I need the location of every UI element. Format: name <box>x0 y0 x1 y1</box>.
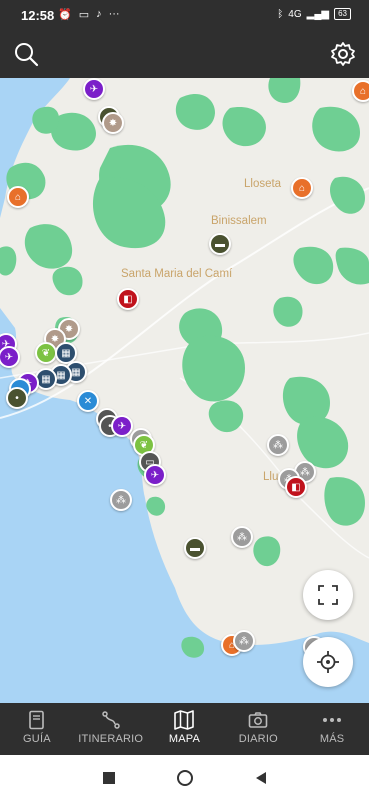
nav-label-mas: MÁS <box>319 733 345 745</box>
map-marker-museum[interactable]: ⌂ <box>352 80 369 102</box>
nav-label-mapa: MAPA <box>168 733 201 745</box>
locate-icon <box>317 651 339 673</box>
town-label-santa-maria: Santa Maria del Camí <box>121 268 233 280</box>
fullscreen-button[interactable] <box>303 570 353 620</box>
map-marker-activity[interactable]: ✈ <box>111 415 133 437</box>
nav-item-itinerario[interactable]: ITINERARIO <box>74 703 148 755</box>
map-marker-attraction[interactable]: ✸ <box>102 112 124 134</box>
network-type: 4G <box>288 8 302 20</box>
system-nav-bar <box>0 755 369 800</box>
more-icon <box>323 718 342 722</box>
fullscreen-icon <box>318 585 338 605</box>
map-icon <box>174 710 195 730</box>
map-marker-poi[interactable]: ⁂ <box>110 489 132 511</box>
map-marker-activity[interactable]: ✈ <box>144 464 166 486</box>
bottom-nav: GUÍA ITINERARIO MAPA DIARIO MÁS <box>0 703 369 755</box>
status-icons-left: ⏰ ▭ ♪ ··· <box>58 8 120 21</box>
map-marker-museum[interactable]: ⌂ <box>291 177 313 199</box>
nav-item-guia[interactable]: GUÍA <box>0 703 74 755</box>
signal-icon: ▂▄▆ <box>306 8 330 20</box>
nav-item-diario[interactable]: DIARIO <box>221 703 295 755</box>
nav-label-itinerario: ITINERARIO <box>78 733 144 745</box>
map-view[interactable]: Lloseta Binissalem Santa Maria del Camí … <box>0 78 369 703</box>
back-icon[interactable] <box>254 771 268 785</box>
map-marker-activity[interactable]: ✈ <box>83 78 105 100</box>
gear-icon <box>331 42 355 66</box>
camera-icon <box>248 712 268 728</box>
nav-label-diario: DIARIO <box>238 733 278 745</box>
map-marker-restaurant[interactable]: ✕ <box>77 390 99 412</box>
nav-label-guia: GUÍA <box>23 733 51 745</box>
town-label-binissalem: Binissalem <box>211 215 267 227</box>
map-marker-nature[interactable]: ❦ <box>35 342 57 364</box>
nav-item-mapa[interactable]: MAPA <box>148 703 222 755</box>
bluetooth-icon: ᛒ <box>277 8 284 20</box>
map-marker-shop[interactable]: ◧ <box>285 476 307 498</box>
book-icon <box>29 710 44 730</box>
status-bar: 12:58 ⏰ ▭ ♪ ··· ᛒ 4G ▂▄▆ 63 <box>0 0 369 30</box>
locate-button[interactable] <box>303 637 353 687</box>
map-marker-hotel[interactable]: ▬ <box>184 537 206 559</box>
more-dots-icon: ··· <box>108 8 120 20</box>
map-marker-hotel[interactable]: ▬ <box>209 233 231 255</box>
map-marker-place[interactable]: • <box>6 387 28 409</box>
tiktok-icon: ♪ <box>96 8 102 20</box>
route-icon <box>101 711 120 729</box>
home-icon[interactable] <box>176 769 194 787</box>
map-marker-poi[interactable]: ⁂ <box>267 434 289 456</box>
map-marker-poi[interactable]: ⁂ <box>233 630 255 652</box>
battery-icon: 63 <box>334 8 351 20</box>
nav-item-mas[interactable]: MÁS <box>295 703 369 755</box>
laptop-icon: ▭ <box>78 9 90 21</box>
settings-button[interactable] <box>329 40 357 68</box>
search-icon <box>15 43 39 67</box>
town-label-lloseta: Lloseta <box>244 178 282 190</box>
map-marker-museum[interactable]: ⌂ <box>7 186 29 208</box>
app-bar <box>0 30 369 78</box>
alarm-icon: ⏰ <box>58 9 72 21</box>
town-label-llucmajor: Llu <box>263 471 279 483</box>
map-marker-poi[interactable]: ⁂ <box>231 526 253 548</box>
recents-icon[interactable] <box>102 771 116 785</box>
status-icons-right: ᛒ 4G ▂▄▆ 63 <box>277 8 351 20</box>
map-marker-shop[interactable]: ◧ <box>117 288 139 310</box>
search-button[interactable] <box>12 40 40 68</box>
status-time: 12:58 <box>21 8 55 23</box>
